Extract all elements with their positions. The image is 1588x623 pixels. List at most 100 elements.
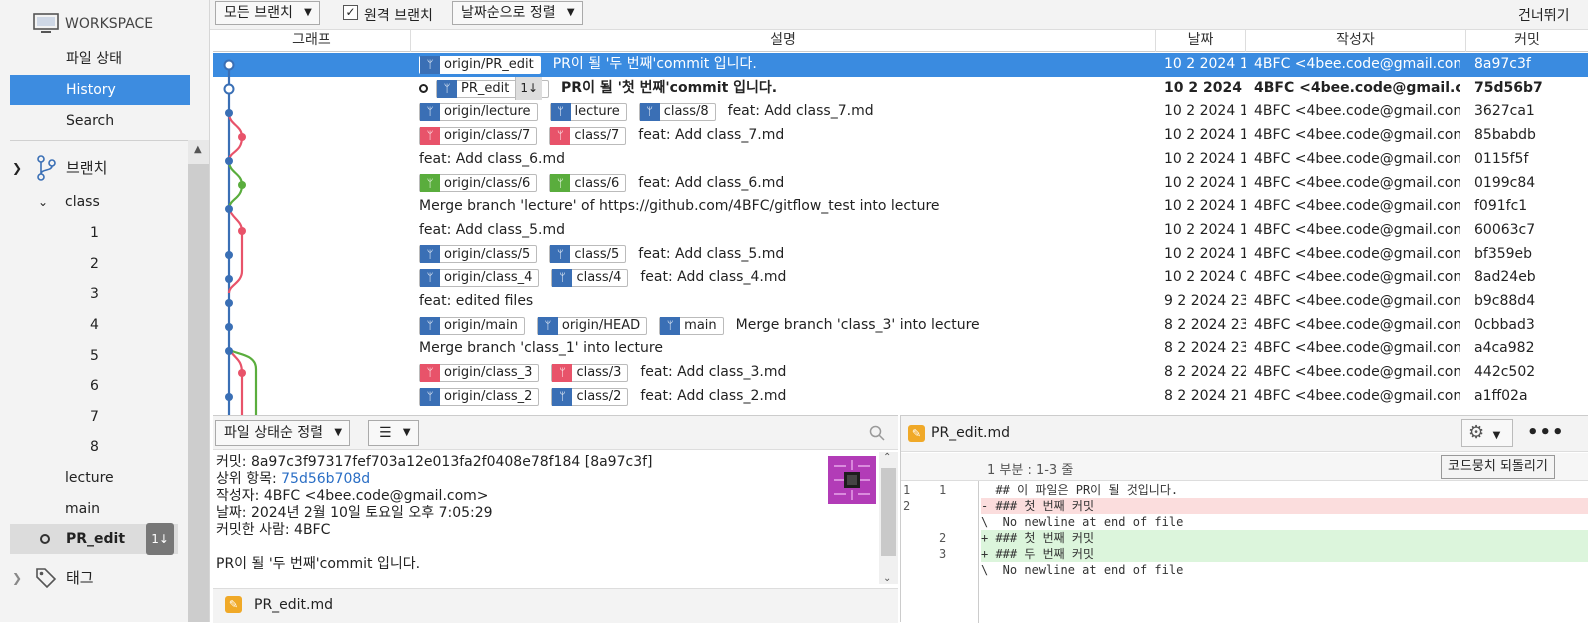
- scrollbar-thumb[interactable]: [188, 164, 209, 622]
- scrollbar-thumb[interactable]: [881, 468, 896, 556]
- details-scrollbar[interactable]: ⌃ ⌄: [879, 452, 898, 584]
- branch-icon: ᛘ: [660, 316, 681, 335]
- commit-author: 4BFC <4bee.code@gmail.com>: [1254, 174, 1460, 191]
- branch-class-7[interactable]: 7: [90, 402, 99, 432]
- nav-search[interactable]: Search: [10, 106, 190, 136]
- branch-filter-dropdown[interactable]: 모든 브랜치 ▼: [215, 1, 320, 25]
- commit-row[interactable]: feat: Add class_6.md 10 2 2024 1 4BFC <4be…: [213, 148, 1588, 172]
- commit-row[interactable]: ᛘ origin/class/5 ᛘ class/5 feat: Add class_5…: [213, 243, 1588, 267]
- workspace-header[interactable]: WORKSPACE: [33, 13, 153, 35]
- branch-class-1[interactable]: 1: [90, 218, 99, 248]
- nav-history[interactable]: History: [10, 75, 190, 105]
- branch-pr-edit[interactable]: PR_edit 1↓: [10, 523, 178, 555]
- commit-hash: a4ca982: [1474, 340, 1535, 357]
- commit-hash: b9c88d4: [1474, 293, 1536, 309]
- search-icon[interactable]: [869, 425, 885, 441]
- commit-hash: a1ff02a: [1474, 387, 1528, 404]
- new-line-number: 1: [939, 483, 947, 497]
- commit-row[interactable]: ᛘ origin/class_4 ᛘ class/4 feat: Add class_4…: [213, 266, 1588, 290]
- sidebar-scrollbar[interactable]: ▲: [188, 140, 209, 622]
- diff-line-text: ## 이 파일은 PR이 될 것입니다.: [981, 483, 1179, 497]
- branch-tag[interactable]: ᛘ origin/class/7: [419, 126, 538, 145]
- revert-hunk-button[interactable]: 코드뭉치 되돌리기: [1441, 455, 1555, 479]
- sort-value: 날짜순으로 정렬: [461, 5, 556, 21]
- branch-class-8[interactable]: 8: [90, 432, 99, 462]
- scroll-down-icon[interactable]: ⌄: [883, 573, 891, 584]
- more-options-icon[interactable]: •••: [1527, 422, 1565, 443]
- branch-tag[interactable]: ᛘ origin/class_3: [419, 363, 540, 382]
- branch-tag[interactable]: ᛘ origin/main: [419, 316, 525, 335]
- col-graph[interactable]: 그래프: [213, 30, 411, 52]
- commit-row[interactable]: ᛘ origin/main ᛘ origin/HEAD ᛘ main Merge branc…: [213, 314, 1588, 338]
- file-sort-value: 파일 상태순 정렬: [224, 425, 324, 441]
- branch-tag[interactable]: ᛘ class/5: [549, 245, 627, 264]
- branch-folder-class[interactable]: ⌄ class: [38, 187, 100, 217]
- commit-message: feat: edited files: [419, 293, 534, 309]
- branch-tag[interactable]: ᛘ origin/class_4: [419, 269, 540, 288]
- branch-tag[interactable]: ᛘ PR_edit 1↓: [436, 76, 550, 101]
- commit-row[interactable]: ᛘ origin/class/6 ᛘ class/6 feat: Add class_6…: [213, 172, 1588, 196]
- branch-tag[interactable]: ᛘ lecture: [549, 103, 627, 122]
- file-sort-dropdown[interactable]: 파일 상태순 정렬 ▼: [215, 420, 351, 446]
- branch-tag[interactable]: ᛘ origin/HEAD: [536, 316, 648, 335]
- commit-row[interactable]: ᛘ PR_edit 1↓ PR이 될 '첫 번째'commit 입니다. 10 2 20…: [213, 76, 1588, 101]
- col-description[interactable]: 설명: [411, 30, 1156, 52]
- commit-author: 4BFC <4bee.code@gmail.com>: [1254, 293, 1460, 309]
- commit-row[interactable]: ᛘ origin/class_2 ᛘ class/2 feat: Add class_2…: [213, 385, 1588, 409]
- sort-dropdown[interactable]: 날짜순으로 정렬 ▼: [452, 1, 583, 25]
- branch-lecture[interactable]: lecture: [65, 463, 114, 493]
- commit-row[interactable]: feat: Add class_5.md 10 2 2024 1 4BFC <4be…: [213, 219, 1588, 243]
- branch-class-6[interactable]: 6: [90, 371, 99, 401]
- commit-row[interactable]: ᛘ origin/PR_edit PR이 될 '두 번째'commit 입니다. 10…: [213, 53, 1588, 77]
- commit-row[interactable]: feat: edited files 9 2 2024 23 4BFC <4bee.…: [213, 290, 1588, 314]
- tags-section[interactable]: ❯ 태그: [12, 563, 94, 593]
- skip-button[interactable]: 건너뛰기: [1518, 5, 1588, 25]
- commit-message: feat: Add class_3.md: [640, 364, 787, 381]
- parent-link[interactable]: 75d56b708d: [281, 471, 370, 487]
- commit-date: 10 2 2024 1: [1164, 150, 1246, 167]
- branch-class-3[interactable]: 3: [90, 279, 99, 309]
- commit-row[interactable]: ᛘ origin/lecture ᛘ lecture ᛘ class/8 feat: Add…: [213, 100, 1588, 124]
- branches-section[interactable]: ❯ 브랜치: [12, 153, 107, 183]
- commit-row[interactable]: ᛘ origin/class_3 ᛘ class/3 feat: Add class_3…: [213, 361, 1588, 385]
- settings-dropdown[interactable]: ⚙ ▼: [1461, 419, 1513, 447]
- branch-tag[interactable]: ᛘ origin/class/6: [419, 174, 538, 193]
- author-value: 4BFC <4bee.code@gmail.com>: [263, 488, 489, 504]
- remote-branch-checkbox[interactable]: ✓: [343, 5, 358, 20]
- branch-tag[interactable]: ᛘ class/8: [638, 103, 716, 122]
- col-date[interactable]: 날짜: [1156, 30, 1246, 52]
- branch-tag[interactable]: ᛘ class/7: [549, 126, 627, 145]
- chevron-down-icon: ▼: [1492, 430, 1501, 441]
- commit-author: 4BFC <4bee.code@gmail.com>: [1254, 56, 1460, 72]
- branch-tag[interactable]: ᛘ main: [659, 316, 724, 335]
- commit-date: 10 2 2024 1: [1164, 245, 1246, 262]
- commit-row[interactable]: Merge branch 'class_1' into lecture 8 2 2…: [213, 337, 1588, 361]
- branch-main[interactable]: main: [65, 494, 100, 524]
- branch-tag-label: class/8: [663, 104, 709, 120]
- commit-row[interactable]: ᛘ origin/class/7 ᛘ class/7 feat: Add class_7…: [213, 124, 1588, 148]
- branch-tag[interactable]: ᛘ origin/class/5: [419, 245, 538, 264]
- branch-class-2[interactable]: 2: [90, 249, 99, 279]
- col-commit[interactable]: 커밋: [1466, 30, 1588, 52]
- branch-tag[interactable]: ᛘ class/3: [551, 363, 629, 382]
- nav-file-status[interactable]: 파일 상태: [10, 44, 190, 74]
- commit-date: 10 2 2024 1: [1164, 174, 1246, 191]
- branch-tag[interactable]: ᛘ class/2: [551, 387, 629, 406]
- scroll-up-icon[interactable]: ⌃: [883, 452, 891, 463]
- scroll-up-icon[interactable]: ▲: [194, 144, 202, 155]
- commit-row[interactable]: Merge branch 'lecture' of https://github…: [213, 195, 1588, 219]
- branch-tag[interactable]: ᛘ origin/lecture: [419, 103, 538, 122]
- branch-tag[interactable]: ᛘ origin/class_2: [419, 387, 540, 406]
- branch-class-4[interactable]: 4: [90, 310, 99, 340]
- changed-file-item[interactable]: ✎ PR_edit.md: [225, 596, 333, 613]
- branch-tag[interactable]: ᛘ origin/PR_edit: [419, 55, 541, 74]
- col-author[interactable]: 작성자: [1246, 30, 1466, 52]
- old-line-number: 1: [903, 483, 911, 497]
- diff-line: 2 + ### 첫 번째 커밋: [901, 530, 1588, 546]
- branch-class-5[interactable]: 5: [90, 341, 99, 371]
- view-mode-dropdown[interactable]: ☰ ▼: [368, 420, 419, 446]
- remote-branch-label: 원격 브랜치: [364, 8, 433, 24]
- commit-details-panel: 파일 상태순 정렬 ▼ ☰ ▼ 커밋: 8a97c3f97317fef703a1…: [213, 415, 898, 623]
- branch-tag[interactable]: ᛘ class/4: [551, 269, 629, 288]
- branch-tag[interactable]: ᛘ class/6: [549, 174, 627, 193]
